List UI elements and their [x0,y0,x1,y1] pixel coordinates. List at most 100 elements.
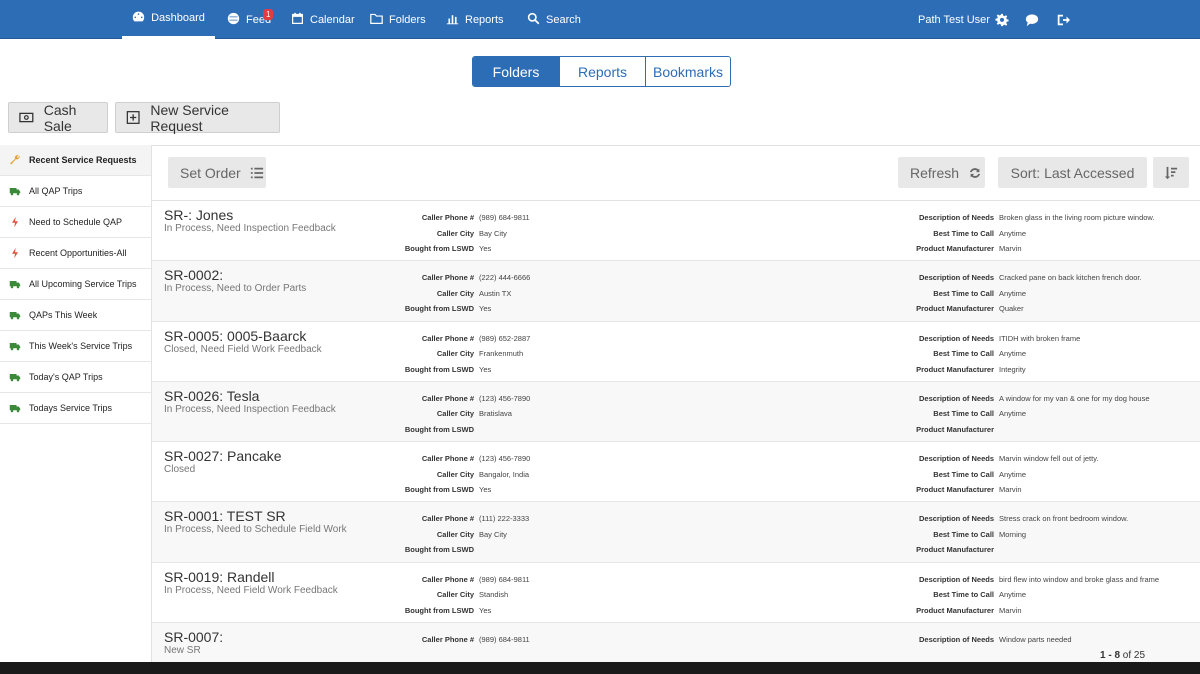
sidebar-item-qaps-this-week[interactable]: QAPs This Week [0,300,151,331]
field-label: Best Time to Call [933,349,994,359]
sort-button[interactable]: Sort: Last Accessed [998,157,1147,188]
table-row[interactable]: SR-0005: 0005-Baarck Closed, Need Field W… [152,322,1200,382]
field-best-time: Best Time to Call Anytime [152,587,1159,603]
table-row[interactable]: SR-0007: New SR Caller Phone # (989) 684-98… [152,623,1200,662]
table-row[interactable]: SR-0002: In Process, Need to Order Parts C… [152,261,1200,322]
nav-dashboard[interactable]: Dashboard [122,0,215,39]
field-label: Product Manufacturer [916,485,994,495]
logout-icon[interactable] [1056,13,1070,27]
pagination-range: 1 - 8 [1100,650,1121,661]
field-label: Description of Needs [918,213,994,222]
refresh-button[interactable]: Refresh [898,157,985,188]
field-manufacturer: Product Manufacturer Integrity [152,362,1080,378]
nav-reports[interactable]: Reports [446,0,504,39]
feed-count-badge: 1 [263,9,274,20]
field-manufacturer: Product Manufacturer Marvin [152,482,1099,498]
field-desc: Description of Needs Broken glass in the … [152,210,1155,226]
sidebar-item-label: QAPs This Week [29,310,98,320]
search-icon [527,12,540,28]
field-label: Product Manufacturer [916,424,994,434]
field-value: Anytime [999,288,1027,298]
table-row[interactable]: SR-0026: Tesla In Process, Need Inspectio… [152,381,1200,443]
new-service-request-button[interactable]: New Service Request [115,101,280,134]
sidebar-item-todays-service-trips[interactable]: Todays Service Trips [0,393,151,424]
field-value: bird flew into window and broke glass an… [999,574,1160,584]
sidebar-item-label: Need to Schedule QAP [29,217,123,227]
field-value: Anytime [999,469,1027,479]
field-label: Description of Needs [918,273,994,283]
user-name-menu[interactable]: Path Test User [918,0,990,39]
need-fields: Description of Needs Broken glass in the … [152,210,1155,257]
truck-icon [9,312,21,320]
divider [0,145,1200,146]
field-value: Anytime [999,349,1027,359]
nav-feed[interactable]: Feed 1 [227,0,274,39]
wrench-icon [10,154,20,165]
field-value: Broken glass in the living room picture … [999,213,1155,222]
service-request-list: SR-: Jones In Process, Need Inspection Fe… [152,200,1200,662]
field-label: Best Time to Call [933,529,994,539]
field-desc: Description of Needs Marvin window fell o… [152,451,1099,467]
field-desc: Description of Needs bird flew into windo… [152,572,1159,588]
sidebar-item-need-to-schedule-qap[interactable]: Need to Schedule QAP [0,207,151,238]
chat-icon[interactable] [1025,13,1039,27]
tab-reports[interactable]: Reports [559,57,645,86]
field-manufacturer: Product Manufacturer Quaker [152,301,1142,317]
field-manufacturer: Product Manufacturer [152,542,1128,558]
field-desc: Description of Needs ITIDH with broken fr… [152,331,1080,347]
view-tabs: Folders Reports Bookmarks [472,56,731,87]
nav-search[interactable]: Search [527,0,581,39]
need-fields: Description of Needs bird flew into windo… [152,572,1159,619]
sidebar-item-recent-service-requests[interactable]: Recent Service Requests [0,145,151,176]
gear-icon[interactable] [995,13,1009,27]
field-manufacturer: Product Manufacturer Marvin [152,241,1155,257]
sidebar-item-recent-opportunities[interactable]: Recent Opportunities-All [0,238,151,269]
table-row[interactable]: SR-0027: Pancake Closed Caller Phone # (123… [152,442,1200,503]
field-label: Best Time to Call [933,288,994,298]
refresh-label: Refresh [910,164,960,181]
new-service-request-label: New Service Request [150,101,229,134]
need-fields: Description of Needs Stress crack on fron… [152,511,1128,558]
field-label: Description of Needs [918,393,994,403]
nav-calendar[interactable]: Calendar [291,0,355,39]
field-value: Anytime [999,409,1027,419]
field-best-time: Best Time to Call Anytime [152,406,1150,422]
field-best-time: Best Time to Call Anytime [152,467,1099,483]
set-order-label: Set Order [180,164,241,181]
field-value: Cracked pane on back kitchen french door… [999,273,1142,283]
table-row[interactable]: SR-0001: TEST SR In Process, Need to Sche… [152,502,1200,563]
nav-dashboard-label: Dashboard [151,12,205,24]
field-best-time: Best Time to Call Anytime [152,286,1142,302]
sort-direction-button[interactable] [1153,157,1189,188]
truck-icon [9,343,21,351]
field-label: Best Time to Call [933,590,994,600]
sidebar-item-todays-qap-trips[interactable]: Today's QAP Trips [0,362,151,393]
nav-folders[interactable]: Folders [370,0,426,39]
tab-bookmarks[interactable]: Bookmarks [645,57,730,86]
field-value: A window for my van & one for my dog hou… [999,393,1150,403]
field-value: Integrity [999,364,1026,374]
set-order-button[interactable]: Set Order [168,157,266,188]
sidebar-item-all-qap-trips[interactable]: All QAP Trips [0,176,151,207]
field-desc: Description of Needs A window for my van … [152,391,1150,407]
list-order-icon [250,167,263,178]
need-fields: Description of Needs A window for my van … [152,391,1150,438]
field-label: Best Time to Call [933,409,994,419]
sidebar-item-this-weeks-service-trips[interactable]: This Week's Service Trips [0,331,151,362]
truck-icon [9,281,21,289]
field-value: Anytime [999,590,1027,600]
folder-icon [370,12,383,28]
table-row[interactable]: SR-: Jones In Process, Need Inspection Fe… [152,201,1200,262]
cash-sale-button[interactable]: Cash Sale [8,102,108,134]
field-label: Best Time to Call [933,469,994,479]
tab-folders[interactable]: Folders [473,57,559,86]
field-value: Window parts needed [999,635,1072,645]
table-row[interactable]: SR-0019: Randell In Process, Need Field W… [152,563,1200,624]
sort-icon [1164,166,1178,179]
sidebar: Recent Service Requests All QAP Trips Ne… [0,145,152,674]
truck-icon [9,188,21,196]
sidebar-item-all-upcoming-service-trips[interactable]: All Upcoming Service Trips [0,269,151,300]
field-label: Product Manufacturer [916,545,994,555]
sidebar-item-label: Todays Service Trips [29,403,113,413]
field-value: Quaker [999,304,1024,314]
